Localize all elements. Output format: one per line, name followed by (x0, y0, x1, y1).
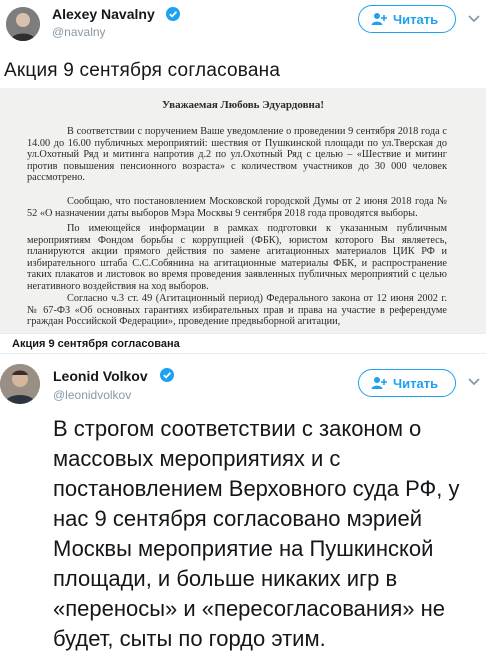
avatar-photo-icon (6, 7, 40, 41)
chevron-down-icon[interactable] (468, 15, 480, 23)
follow-button[interactable]: Читать (358, 5, 456, 33)
chevron-down-icon[interactable] (468, 378, 480, 386)
document-paragraph: По имеющейся информации в рамках подгото… (27, 223, 447, 292)
verified-badge-icon (160, 368, 174, 382)
document-image[interactable]: Уважаемая Любовь Эдуардовна! В соответст… (0, 88, 486, 333)
tweet2-header: Leonid Volkov @leonidvolkov Читать (0, 360, 486, 412)
verified-badge-icon (166, 7, 180, 21)
tweet1-header: Alexey Navalny @navalny Читать (0, 0, 486, 52)
avatar-photo-icon (0, 364, 40, 404)
author-name[interactable]: Leonid Volkov (53, 368, 148, 384)
avatar[interactable] (6, 7, 40, 41)
document-paragraph: В соответствии с поручением Ваше уведомл… (27, 126, 447, 184)
author-name[interactable]: Alexey Navalny (52, 6, 155, 22)
quoted-tweet-caption[interactable]: Акция 9 сентября согласована (0, 333, 486, 353)
follow-button-label: Читать (393, 11, 439, 27)
author-handle[interactable]: @leonidvolkov (53, 388, 131, 402)
document-paragraph: Сообщаю, что постановлением Московской г… (27, 196, 447, 219)
tweet-text: Акция 9 сентября согласована (4, 60, 281, 81)
add-user-icon (371, 13, 387, 25)
follow-button-label: Читать (393, 375, 439, 391)
tweet-text: В строгом соответствии с законом о массо… (53, 416, 460, 651)
document-salutation: Уважаемая Любовь Эдуардовна! (161, 99, 325, 111)
avatar[interactable] (0, 364, 40, 404)
document-paragraph: Согласно ч.3 ст. 49 (Агитационный период… (27, 293, 447, 328)
follow-button[interactable]: Читать (358, 369, 456, 397)
add-user-icon (371, 377, 387, 389)
divider (0, 353, 486, 354)
author-handle[interactable]: @navalny (52, 25, 106, 39)
